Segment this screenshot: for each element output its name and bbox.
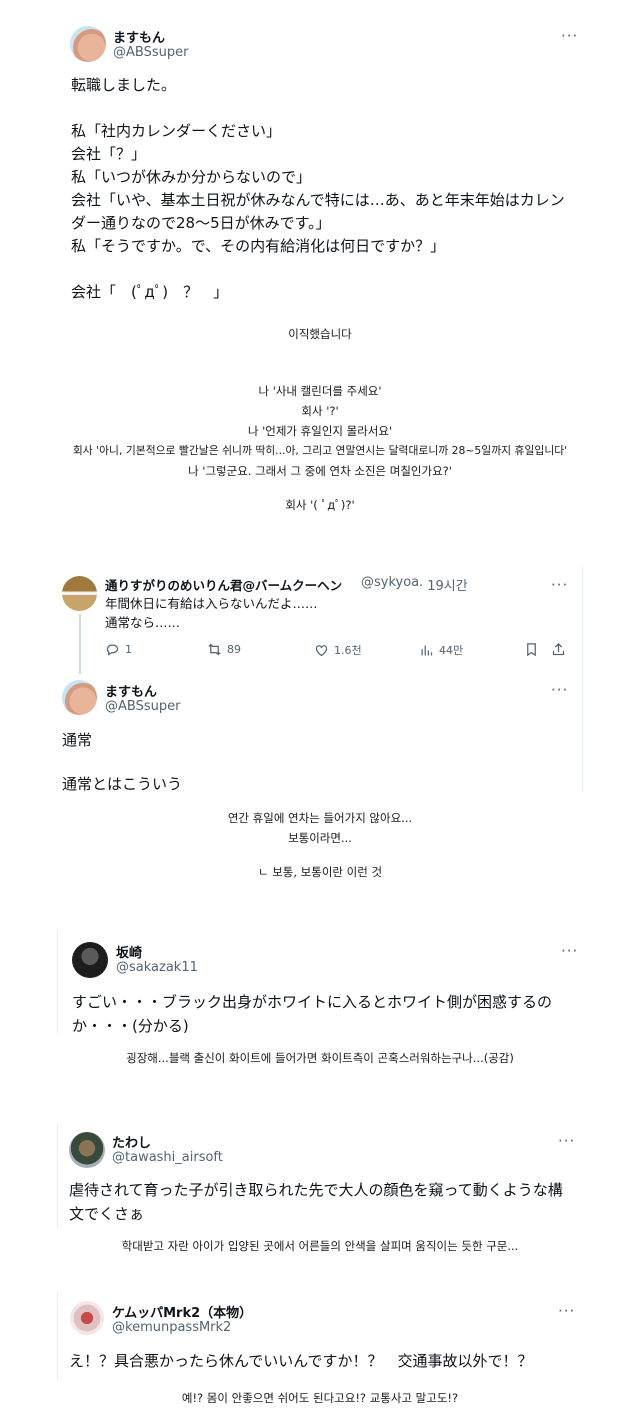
author-handle[interactable]: @kemunpassMrk2 — [112, 1320, 231, 1335]
translation-line: 굉장해...블랙 출신이 화이트에 들어가면 화이트측이 곤혹스러워하는구나..… — [126, 1051, 514, 1065]
tweet-line: 私「そうですか。で、その内有給消化は何日ですか？」 — [71, 237, 446, 255]
translation-line: 연간 휴일에 연차는 들어가지 않아요... — [227, 811, 413, 825]
tweet-line: 転職しました。 — [71, 76, 177, 94]
share-icon — [552, 642, 565, 656]
more-options-icon[interactable]: ··· — [551, 681, 568, 699]
view-count: 44만 — [439, 644, 464, 657]
tweet-line: 私「いつが休みか分からないので」 — [71, 168, 312, 186]
views-icon — [421, 645, 433, 655]
like-count: 1.6천 — [334, 644, 362, 657]
retweet-count: 89 — [227, 643, 241, 656]
tweet-text: 転職しました。 私「社内カレンダーください」 会社「？」 私「いつが休みか分から… — [71, 74, 565, 304]
translation-line: 회사 '( ﾟдﾟ)?' — [285, 498, 355, 512]
timestamp[interactable]: · 19시간 — [419, 575, 468, 594]
tweet-line — [71, 97, 565, 120]
retweet-icon — [208, 643, 221, 656]
tweet-text: え！？具合悪かったら休んでいいんですか！？ 交通事故以外で！？ — [69, 1349, 533, 1373]
avatar[interactable] — [69, 1132, 105, 1168]
translation-line: 회사 '?' — [301, 404, 339, 418]
translation-line: 나 '언제가 휴일인지 몰라서요' — [247, 424, 393, 438]
author-handle[interactable]: @sykyoa — [361, 575, 419, 590]
tweet-line: 通常なら…… — [105, 615, 181, 630]
translation-line: 학대받고 자란 아이가 입양된 곳에서 어른들의 안색을 살피며 움직이는 듯한… — [121, 1239, 519, 1253]
tweet-line: ダー通りなので28〜5日が休みです。」 — [71, 214, 331, 232]
tweet-line: 年間休日に有給は入らないんだよ…… — [105, 596, 318, 611]
author-handle[interactable]: @ABSsuper — [105, 699, 180, 714]
avatar[interactable] — [72, 942, 108, 978]
more-options-icon[interactable]: ··· — [558, 1302, 575, 1320]
tweet-text: 虐待されて育った子が引き取られた先で大人の顔色を窺って動くような構 文でくさぁ — [69, 1178, 563, 1226]
more-options-icon[interactable]: ··· — [558, 1132, 575, 1150]
translation-line: 회사 '아니, 기본적으로 빨간날은 쉬니까 딱히...아, 그리고 연말연시는… — [72, 444, 568, 457]
tweet-line: 会社「 (ﾟдﾟ) ？ 」 — [71, 283, 229, 301]
translation-block: 연간 휴일에 연차는 들어가지 않아요... 보통이라면... ㄴ 보통, 보통… — [0, 808, 640, 882]
translation-line: 나 '사내 캘린더를 주세요' — [258, 384, 382, 398]
bookmark-button[interactable] — [524, 642, 539, 657]
share-button[interactable] — [551, 642, 566, 657]
author-handle[interactable]: @tawashi_airsoft — [112, 1150, 223, 1165]
tweet-line: すごい・・・ブラック出身がホワイトに入るとホワイト側が困惑するの — [72, 993, 553, 1011]
like-button[interactable]: 1.6천 — [314, 642, 362, 658]
more-options-icon[interactable]: ··· — [561, 27, 578, 45]
tweet-line: 通常 — [62, 731, 93, 749]
translation-line: 예!? 몸이 안좋으면 쉬어도 된다고요!? 교통사고 말고도!? — [181, 1391, 459, 1405]
reply-button[interactable]: 1 — [105, 642, 132, 657]
avatar[interactable] — [62, 576, 97, 611]
author-handle[interactable]: @sakazak11 — [116, 960, 198, 975]
tweet-line: か・・・(分かる) — [72, 1017, 189, 1035]
bookmark-icon — [527, 643, 536, 657]
author-name[interactable]: ケムッパMrk2（本物） — [112, 1302, 252, 1321]
tweet-line: え！？具合悪かったら休んでいいんですか！？ 交通事故以外で！？ — [69, 1352, 533, 1370]
tweet-text: すごい・・・ブラック出身がホワイトに入るとホワイト側が困惑するの か・・・(分か… — [72, 990, 552, 1038]
translation-line: 보통이라면... — [288, 831, 352, 845]
avatar[interactable] — [62, 680, 97, 715]
reply-icon — [106, 644, 119, 656]
more-options-icon[interactable]: ··· — [551, 576, 568, 594]
author-name[interactable]: ますもん — [113, 27, 165, 46]
tweet-text: 通常 通常とはこういう — [62, 728, 182, 796]
tweet-line — [62, 752, 182, 772]
reply-count: 1 — [125, 643, 132, 656]
tweet-line — [71, 258, 565, 281]
translation-title: 이직했습니다 — [288, 327, 352, 341]
tweet-line: 文でくさぁ — [69, 1205, 145, 1223]
tweet-text: 年間休日に有給は入らないんだよ…… 通常なら…… — [105, 594, 318, 632]
tweet-line: 会社「？」 — [71, 145, 147, 163]
avatar[interactable] — [70, 26, 106, 62]
views-button[interactable]: 44만 — [419, 642, 463, 658]
translation-line: ㄴ 보통, 보통이란 이런 것 — [257, 865, 383, 879]
thread-line — [79, 614, 81, 674]
tweet-line: 虐待されて育った子が引き取られた先で大人の顔色を窺って動くような構 — [69, 1181, 563, 1199]
translation-line — [0, 848, 640, 862]
translation-block: 나 '사내 캘린더를 주세요' 회사 '?' 나 '언제가 휴일인지 몰라서요'… — [0, 381, 640, 515]
avatar[interactable] — [70, 1301, 104, 1335]
author-handle[interactable]: @ABSsuper — [113, 45, 188, 60]
heart-icon — [315, 644, 328, 656]
tweet-line: 通常とはこういう — [62, 775, 183, 793]
tweet-line: 会社「いや、基本土日祝が休みなんで特には…あ、あと年末年始はカレン — [71, 191, 565, 209]
more-options-icon[interactable]: ··· — [561, 942, 578, 960]
translation-line: 나 '그렇군요. 그래서 그 중에 연차 소진은 며칠인가요?' — [188, 464, 452, 478]
tweet-line: 私「社内カレンダーください」 — [71, 122, 282, 140]
translation-line — [0, 481, 640, 495]
author-name[interactable]: 坂崎 — [116, 942, 142, 961]
author-name[interactable]: 通りすがりのめいりん君@バームクーヘン — [105, 575, 342, 594]
author-name[interactable]: ますもん — [105, 681, 157, 700]
retweet-button[interactable]: 89 — [207, 642, 241, 657]
author-name[interactable]: たわし — [112, 1132, 151, 1151]
